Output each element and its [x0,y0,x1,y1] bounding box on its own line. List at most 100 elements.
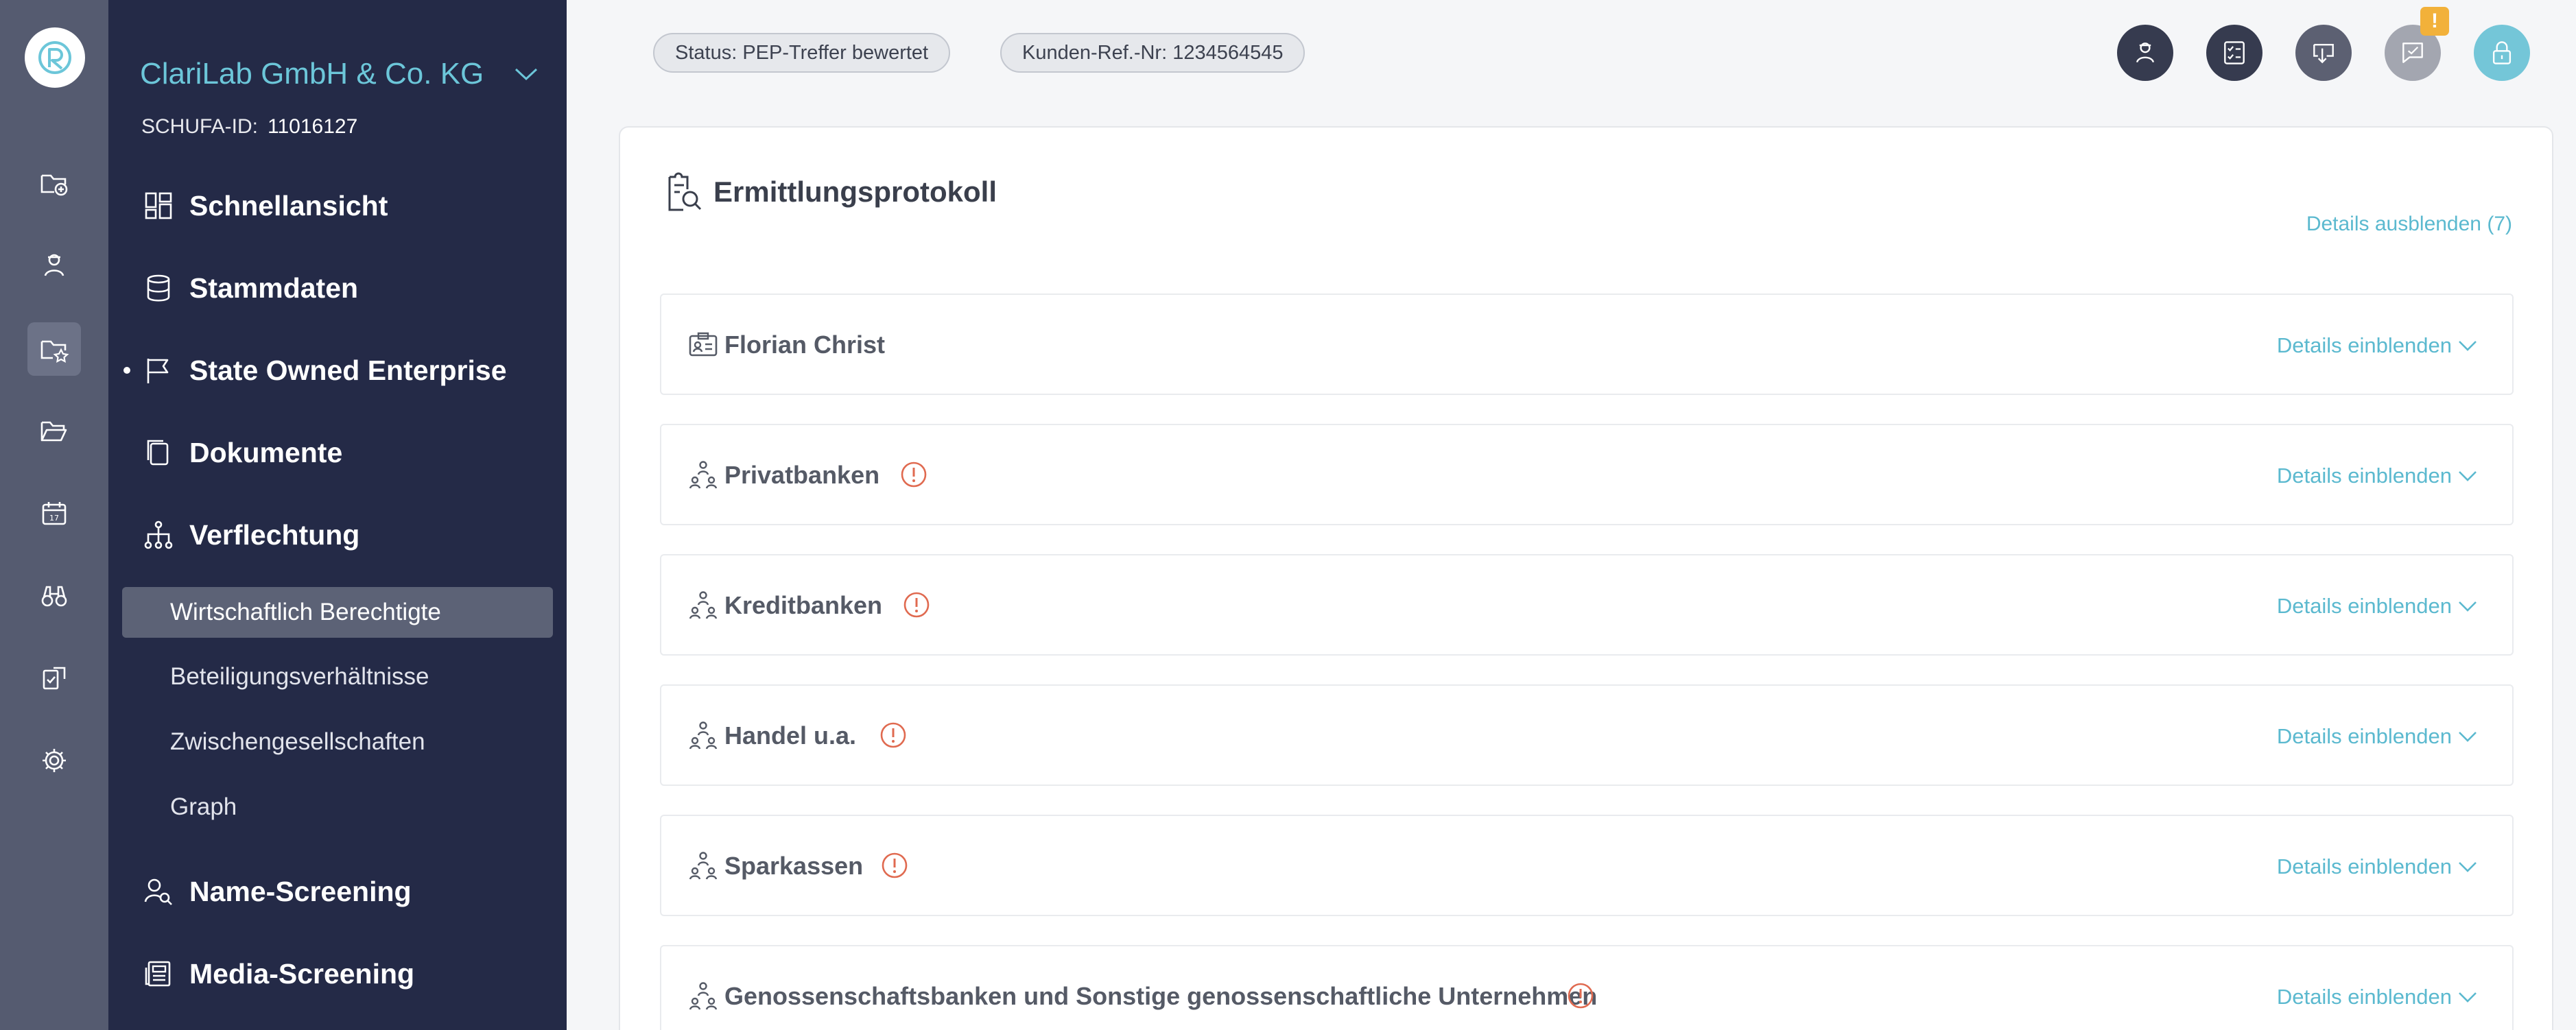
org-group-icon [689,591,718,619]
svg-text:17: 17 [49,514,59,523]
folder-add-icon [40,174,68,196]
nav-stammdaten[interactable]: Stammdaten [108,263,567,313]
details-label: Details einblenden [2276,333,2452,357]
row-label: Handel u.a. [724,721,857,750]
checklist-button[interactable] [2206,25,2262,81]
details-label: Details einblenden [2276,464,2452,488]
warning-icon [903,592,930,618]
hierarchy-icon [144,520,173,549]
details-label: Details einblenden [2276,854,2452,878]
status-pill: Status: PEP-Treffer bewertet [653,33,951,73]
person-button[interactable] [2117,25,2173,81]
nav-label: Media-Screening [189,957,415,990]
reference-pill: Kunden-Ref.-Nr: 1234564545 [1000,33,1305,73]
warning-icon [1568,983,1594,1009]
person-icon [44,254,64,276]
nav-label: Stammdaten [189,272,359,304]
chevron-down-icon [2459,341,2477,351]
lock-icon [2492,41,2512,64]
org-group-icon [689,721,718,750]
card-title: Ermittlungsprotokoll [713,176,997,208]
protocol-card: Ermittlungsprotokoll Details ausblenden … [619,126,2553,1030]
show-details-link[interactable]: Details einblenden [2277,594,2478,619]
chevron-down-icon [515,68,538,81]
rail-calendar-button[interactable]: 17 [27,487,81,540]
warning-icon [882,852,908,878]
subnav-zwischengesellschaften[interactable]: Zwischengesellschaften [122,717,553,767]
protocol-row: Genossenschaftsbanken und Sonstige genos… [660,945,2514,1030]
rail-new-case-button[interactable] [27,156,81,210]
subnav-beteiligungsverhaeltnisse[interactable]: Beteiligungsverhältnisse [122,651,553,702]
row-label: Kreditbanken [724,591,883,619]
clipboard-search-icon [668,172,702,211]
company-selector[interactable]: ClariLab GmbH & Co. KG [140,55,538,93]
person-search-icon [144,878,172,905]
details-label: Details einblenden [2276,724,2452,748]
dashboard-icon [145,192,172,219]
hide-details-link[interactable]: Details ausblenden (7) [2306,213,2512,236]
row-label: Genossenschaftsbanken und Sonstige genos… [724,982,1598,1010]
comment-icon [2402,43,2423,63]
nav-label: Dokumente [189,436,343,468]
app-logo[interactable] [25,27,85,88]
calendar-icon: 17 [42,502,67,525]
id-card-icon [689,332,718,357]
database-icon [147,274,170,302]
row-label: Privatbanken [724,461,880,489]
schufa-id: SCHUFA-ID: 11016127 [141,115,357,139]
rail-settings-button[interactable] [27,734,81,787]
lock-button[interactable] [2474,25,2530,81]
protocol-row: Kreditbanken Details einblenden [660,554,2514,656]
sidebar: ClariLab GmbH & Co. KG SCHUFA-ID: 1101612… [108,0,567,1030]
folder-star-icon [40,340,69,363]
show-details-link[interactable]: Details einblenden [2277,985,2478,1009]
nav-state-owned-enterprise[interactable]: State Owned Enterprise [108,346,567,395]
details-label: Details einblenden [2276,594,2452,618]
show-details-link[interactable]: Details einblenden [2277,854,2478,879]
warning-icon [901,462,927,488]
rail-tasks-button[interactable] [27,651,81,705]
schufa-label: SCHUFA-ID: [141,115,259,138]
nav-schnellansicht[interactable]: Schnellansicht [108,181,567,230]
nav-dokumente[interactable]: Dokumente [108,428,567,477]
download-icon [2313,43,2334,64]
chevron-down-icon [2459,732,2477,742]
schufa-value: 11016127 [268,115,358,138]
subnav-wirtschaftlich-berechtigte[interactable]: Wirtschaftlich Berechtigte [122,587,553,638]
active-bullet [123,367,130,374]
nav-label: Name-Screening [189,875,412,907]
company-name: ClariLab GmbH & Co. KG [140,57,484,91]
person-icon [2136,43,2155,63]
nav-verflechtung[interactable]: Verflechtung [108,510,567,560]
download-button[interactable] [2295,25,2352,81]
nav-label: Schnellansicht [189,189,388,221]
row-label: Sparkassen [724,852,864,880]
protocol-row: Florian Christ Details einblenden [660,294,2514,395]
nav-name-screening[interactable]: Name-Screening [108,867,567,916]
details-label: Details einblenden [2276,985,2452,1009]
nav-label: State Owned Enterprise [189,354,507,386]
rail-cases-button[interactable] [27,322,81,376]
icon-rail: 17 [0,0,108,1030]
show-details-link[interactable]: Details einblenden [2277,333,2478,358]
rail-search-button[interactable] [27,569,81,623]
rail-persons-button[interactable] [27,239,81,292]
chevron-down-icon [2459,862,2477,872]
protocol-row: Handel u.a. Details einblenden [660,684,2514,786]
folder-open-icon [40,421,67,442]
flag-icon [147,359,169,383]
checklist-icon [2224,41,2245,64]
chevron-down-icon [2459,471,2477,481]
show-details-link[interactable]: Details einblenden [2277,464,2478,488]
documents-icon [147,440,169,466]
protocol-row: Privatbanken Details einblenden [660,424,2514,525]
binoculars-icon [41,586,67,607]
nav-media-screening[interactable]: Media-Screening [108,949,567,998]
logo-icon [38,41,71,74]
chevron-down-icon [2459,601,2477,612]
rail-folder-button[interactable] [27,405,81,458]
row-label: Florian Christ [724,331,886,359]
card-header: Ermittlungsprotokoll [660,170,997,214]
subnav-graph[interactable]: Graph [122,782,553,833]
show-details-link[interactable]: Details einblenden [2277,724,2478,749]
